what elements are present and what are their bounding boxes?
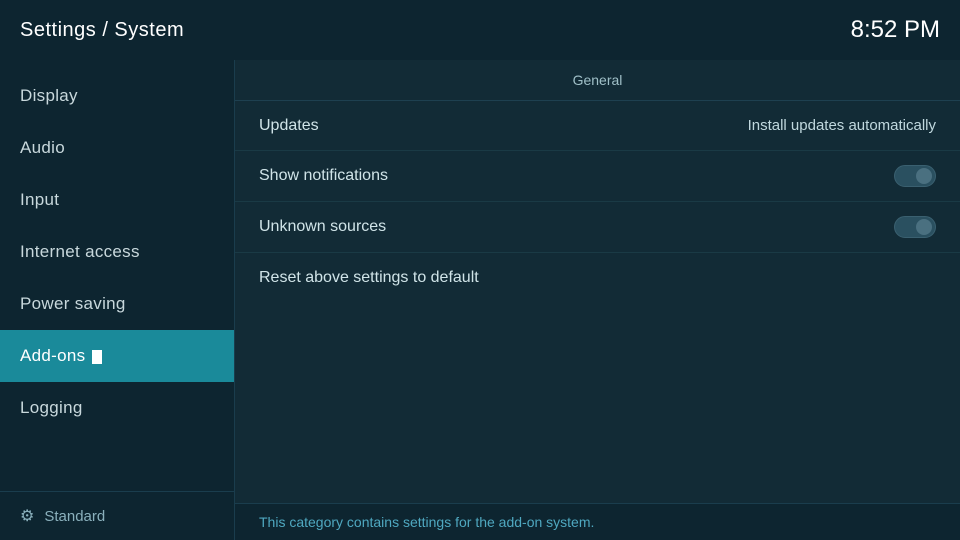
unknown-sources-toggle[interactable] [894, 216, 936, 238]
updates-label: Updates [259, 117, 319, 135]
cursor [92, 350, 102, 364]
sidebar-item-input[interactable]: Input [0, 174, 234, 226]
sidebar-item-logging[interactable]: Logging [0, 382, 234, 434]
status-bar: This category contains settings for the … [235, 503, 960, 540]
sidebar-item-power-saving[interactable]: Power saving [0, 278, 234, 330]
show-notifications-row[interactable]: Show notifications [235, 151, 960, 202]
status-text: This category contains settings for the … [259, 514, 594, 530]
show-notifications-toggle[interactable] [894, 165, 936, 187]
sidebar-item-add-ons[interactable]: Add-ons [0, 330, 234, 382]
gear-icon: ⚙ [20, 506, 34, 526]
sidebar-item-internet-access[interactable]: Internet access [0, 226, 234, 278]
updates-row[interactable]: Updates Install updates automatically [235, 101, 960, 151]
profile-label: Standard [44, 508, 105, 525]
section-header: General [235, 60, 960, 101]
header: Settings / System 8:52 PM [0, 0, 960, 60]
sidebar-item-display[interactable]: Display [0, 70, 234, 122]
page-title: Settings / System [20, 19, 184, 42]
sidebar: Display Audio Input Internet access Powe… [0, 60, 235, 540]
sidebar-item-audio[interactable]: Audio [0, 122, 234, 174]
clock: 8:52 PM [851, 16, 940, 44]
unknown-sources-label: Unknown sources [259, 218, 386, 236]
content-area: General Updates Install updates automati… [235, 60, 960, 540]
unknown-sources-row[interactable]: Unknown sources [235, 202, 960, 253]
sidebar-footer[interactable]: ⚙ Standard [0, 491, 234, 540]
show-notifications-label: Show notifications [259, 167, 388, 185]
main-layout: Display Audio Input Internet access Powe… [0, 60, 960, 540]
updates-value: Install updates automatically [748, 117, 936, 134]
reset-row[interactable]: Reset above settings to default [235, 253, 960, 303]
content-inner: General Updates Install updates automati… [235, 60, 960, 503]
reset-label: Reset above settings to default [259, 269, 479, 287]
